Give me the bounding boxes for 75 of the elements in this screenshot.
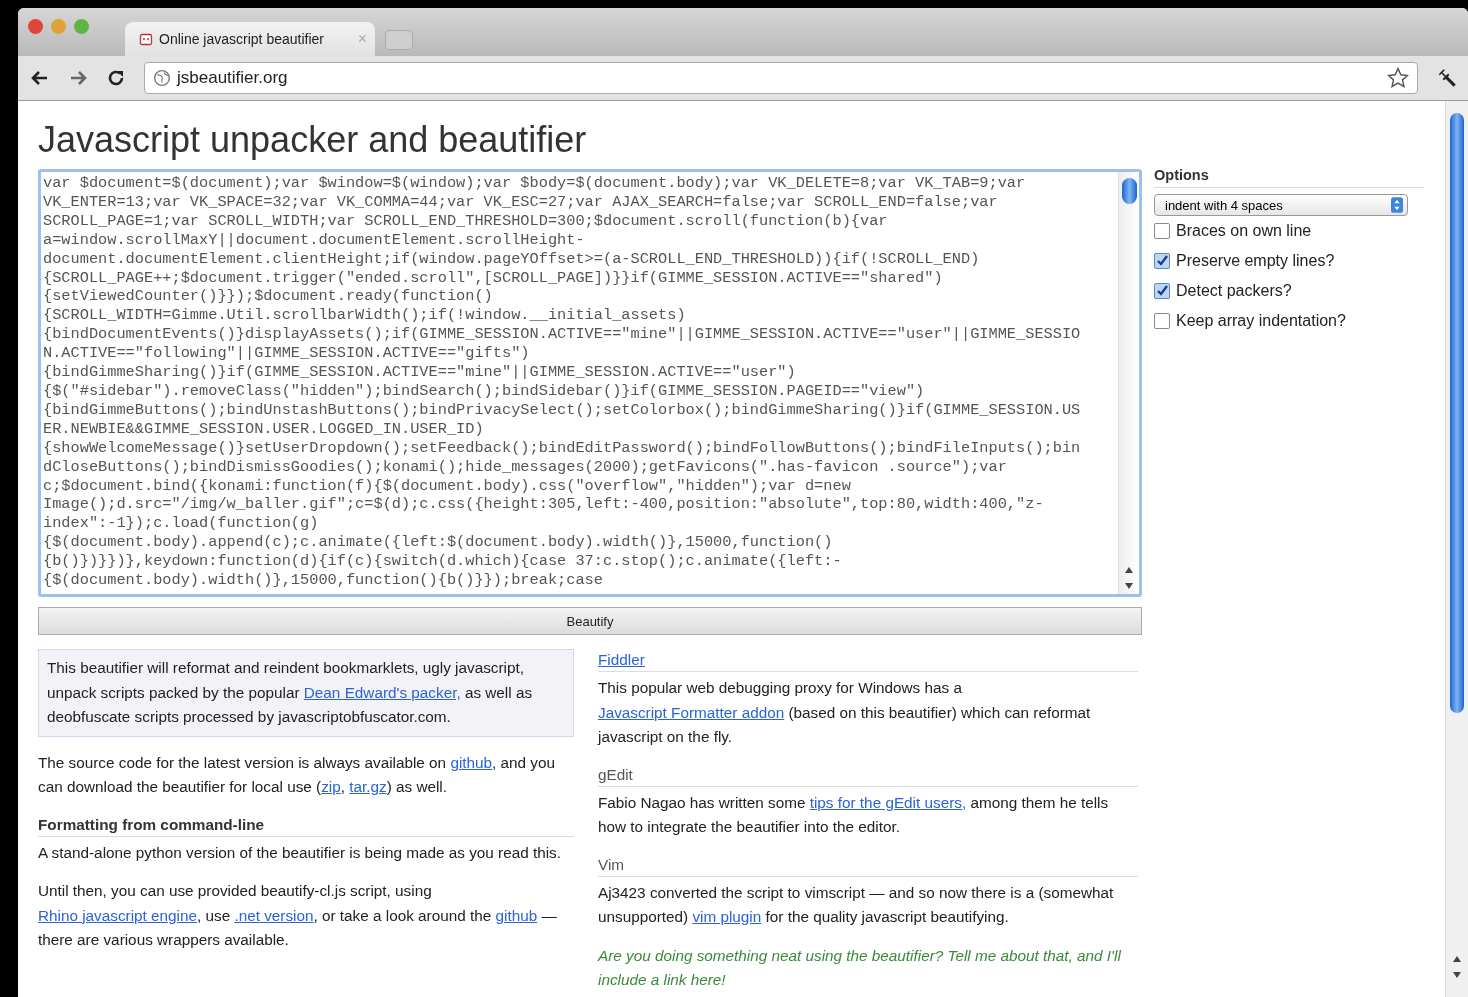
beautify-button[interactable]: Beautify bbox=[38, 607, 1142, 635]
wrench-icon[interactable] bbox=[1436, 67, 1458, 89]
code-line: {bindGimmeButtons();bindUnstashButtons();bindPrivacySelect();setColorbox();bindGimmeSharing()}if(GIMME_SESSION.US bbox=[43, 400, 1081, 420]
checkbox-label: Detect packers? bbox=[1176, 282, 1292, 300]
paragraph: A stand-alone python version of the beautifier is being made as you read this. bbox=[38, 842, 562, 863]
address-bar[interactable]: jsbeautifier.org bbox=[144, 62, 1418, 94]
textarea-scrollbar[interactable] bbox=[1118, 172, 1139, 594]
paragraph: This popular web debugging proxy for Windows has a Javascript Formatter addon (based on this beautifier) which can reformat javascript on the fly. bbox=[598, 678, 1092, 747]
note-paragraph: Are you doing something neat using the beautifier? Tell me about that, and I'll include a link here! bbox=[598, 945, 1123, 990]
code-line: index":-1});c.load(function(g) bbox=[43, 514, 319, 534]
star-icon[interactable] bbox=[1387, 67, 1409, 89]
paragraph: The source code for the latest version is always available on github, and you can download the beautifier for local use (zip, tar.gz) as well. bbox=[38, 752, 556, 797]
link[interactable]: tips for the gEdit users, bbox=[809, 793, 967, 811]
link[interactable]: vim plugin bbox=[692, 908, 762, 925]
checkbox[interactable] bbox=[1154, 313, 1170, 329]
section-heading: Formatting from command-line bbox=[38, 813, 574, 837]
tab-title: Online javascript beautifier bbox=[159, 31, 325, 47]
page-title: Javascript unpacker and beautifier bbox=[38, 119, 588, 161]
section-heading: gEdit bbox=[598, 763, 1138, 787]
link[interactable]: Rhino javascript engine bbox=[38, 906, 197, 924]
code-line: a=window.scrollMaxY||document.documentElement.scrollHeight- bbox=[43, 230, 585, 250]
link[interactable]: Dean Edward's packer, bbox=[303, 683, 461, 701]
checkbox[interactable] bbox=[1154, 283, 1170, 299]
code-line: {showWelcomeMessage()}setUserDropdown();setFeedback();bindEditPassword();bindFollowButtons();bindFileInputs();bin bbox=[43, 438, 1081, 458]
code-line: {SCROLL_PAGE++;$document.trigger("ended.scroll",[SCROLL_PAGE])}}if(GIMME_SESSION.ACTIVE=="shared") bbox=[43, 268, 943, 288]
code-line: {SCROLL_WIDTH=Gimme.Util.scrollbarWidth();if(!window.__initial_assets) bbox=[43, 306, 686, 326]
link[interactable]: Fiddler bbox=[598, 651, 645, 668]
paragraph: Aj3423 converted the script to vimscript — and so now there is a (somewhat unsupported) vim plugin for the quality javascript beautifying. bbox=[598, 882, 1115, 927]
code-line: {setViewedCounter()}});$document.ready(function() bbox=[43, 287, 493, 307]
code-line: {b()})}})},keydown:function(d){if(c){switch(d.which){case 37:c.stop();c.animate({left:- bbox=[43, 552, 842, 572]
dropdown-arrows-icon bbox=[1391, 197, 1403, 213]
link[interactable]: zip bbox=[321, 778, 341, 795]
options-heading: Options bbox=[1154, 167, 1424, 188]
scroll-down-icon[interactable] bbox=[1452, 971, 1462, 979]
page-scrollbar[interactable] bbox=[1445, 101, 1468, 997]
code-line: N.ACTIVE=="following"||GIMME_SESSION.ACTIVE=="gifts") bbox=[43, 344, 530, 364]
checkbox-label: Keep array indentation? bbox=[1176, 312, 1346, 330]
paragraph: Until then, you can use provided beautify-cl.js script, using Rhino javascript engine, use .net version, or take a look around the github — there are various wrappers available. bbox=[38, 881, 558, 950]
close-window-icon[interactable] bbox=[28, 19, 43, 34]
checkbox[interactable] bbox=[1154, 253, 1170, 269]
checkbox-label: Preserve empty lines? bbox=[1176, 252, 1335, 270]
code-line: {bindDocumentEvents()}displayAssets();if(GIMME_SESSION.ACTIVE=="mine"||GIMME_SESSION.ACTIVE=="user"||GIMME_SESSIO bbox=[43, 325, 1081, 345]
code-line: var $document=$(document);var $window=$(window);var $body=$(document.body);var VK_DELETE=8;var VK_TAB=9;var bbox=[43, 174, 1026, 193]
code-line: Image();d.src="/img/w_baller.gif";c=$(d);c.css({height:305,left:-400,position:"absolute",top:80,width:400,"z- bbox=[43, 495, 1044, 515]
checkbox[interactable] bbox=[1154, 223, 1170, 239]
code-line: {bindGimmeSharing()}if(GIMME_SESSION.ACTIVE=="mine"||GIMME_SESSION.ACTIVE=="user") bbox=[43, 363, 796, 382]
scroll-up-icon[interactable] bbox=[1452, 955, 1462, 963]
link[interactable]: Javascript Formatter addon bbox=[598, 703, 785, 721]
code-line: {$("#sidebar").removeClass("hidden");bindSearch();bindSidebar()}if(GIMME_SESSION.PAGEID=="view") bbox=[43, 381, 925, 401]
link[interactable]: github bbox=[495, 906, 538, 924]
section-heading: Vim bbox=[598, 853, 1138, 877]
scroll-down-icon[interactable] bbox=[1124, 582, 1134, 590]
code-line: {$(document.body).append(c);c.animate({left:$(document.body).width()},15000,function() bbox=[43, 533, 833, 553]
link[interactable]: .net version bbox=[234, 906, 314, 924]
code-line: {$(document.body).width()},15000,function(){b()}});break;case bbox=[43, 571, 603, 590]
address-text: jsbeautifier.org bbox=[177, 68, 289, 88]
scrollbar-thumb[interactable] bbox=[1121, 178, 1137, 204]
code-line: SCROLL_PAGE=1;var SCROLL_WIDTH;var SCROLL_END_THRESHOLD=300;$document.scroll(function(b){var bbox=[43, 211, 888, 231]
code-line: document.documentElement.clientHeight;if(window.pageYOffset>=(a-SCROLL_END_THRESHOLD)){if(!SCROLL_END) bbox=[43, 249, 980, 269]
page-icon bbox=[139, 32, 153, 46]
link[interactable]: tar.gz bbox=[349, 778, 387, 795]
browser-tab[interactable]: Online javascript beautifier × bbox=[125, 22, 375, 56]
checkbox-label: Braces on own line bbox=[1176, 222, 1312, 240]
code-line: c;$document.bind({konami:function(f){$(document.body).css("overflow","hidden");var d=new bbox=[43, 476, 851, 496]
indent-select[interactable]: indent with 4 spaces bbox=[1154, 194, 1408, 216]
scroll-up-icon[interactable] bbox=[1124, 566, 1134, 574]
code-textarea[interactable] bbox=[38, 169, 1142, 597]
code-line: dCloseButtons();bindDismissGoodies();konami();hide_messages(2000);getFavicons(".has-favicon .source");var bbox=[43, 457, 1007, 477]
intro-paragraph: This beautifier will reformat and reindent bookmarklets, ugly javascript, unpack scripts packed by the popular Dean Edward's packer, as well as deobfuscate scripts processed by javascriptobfuscator.com. bbox=[38, 649, 574, 737]
globe-icon bbox=[153, 69, 171, 87]
paragraph: Fabio Nagao has written some tips for the gEdit users, among them he tells how to integrate the beautifier into the editor. bbox=[598, 792, 1110, 837]
scrollbar-thumb[interactable] bbox=[1450, 113, 1464, 713]
code-line: VK_ENTER=13;var VK_SPACE=32;var VK_COMMA=44;var VK_ESC=27;var AJAX_SEARCH=false;var SCROLL_END=false;var bbox=[43, 192, 998, 212]
reload-icon[interactable] bbox=[106, 68, 126, 88]
code-line: ER.NEWBIE&&GIMME_SESSION.USER.LOGGED_IN.USER_ID) bbox=[43, 419, 484, 439]
